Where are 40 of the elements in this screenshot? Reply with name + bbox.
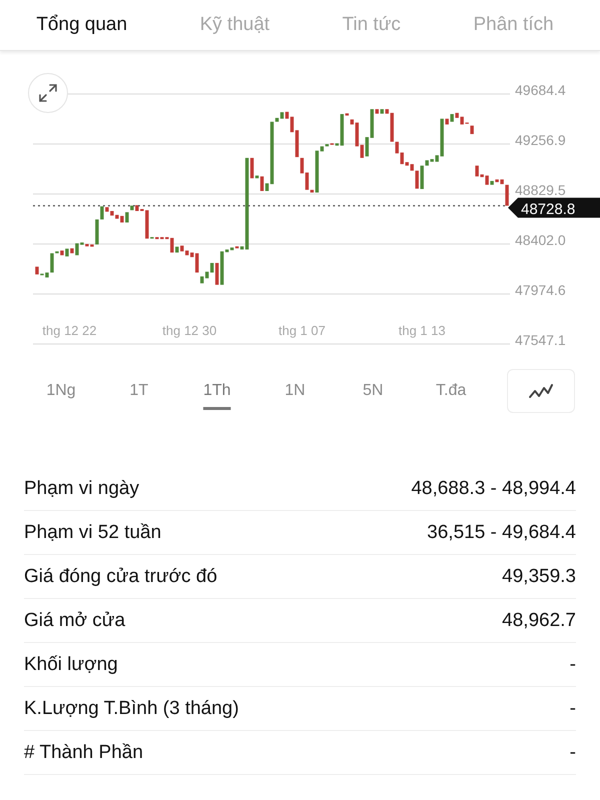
stat-label: Phạm vi 52 tuần — [24, 522, 162, 544]
axis-label: thg 1 13 — [398, 323, 446, 338]
axis-label: thg 12 22 — [42, 323, 97, 338]
stat-value: - — [570, 654, 576, 676]
chart-type-button[interactable] — [507, 369, 575, 413]
axis-label: 48402.0 — [515, 232, 566, 248]
axis-label: 49684.4 — [515, 82, 566, 98]
range-tab[interactable]: 1N — [256, 371, 334, 411]
tab[interactable]: Tin tức — [336, 10, 407, 40]
stat-label: Giá đóng cửa trước đó — [24, 566, 218, 588]
stat-label: K.Lượng T.Bình (3 tháng) — [24, 698, 239, 720]
range-tab[interactable]: 1Ng — [22, 371, 100, 411]
tab[interactable]: Kỹ thuật — [194, 10, 276, 40]
axis-label: 47974.6 — [515, 282, 566, 298]
range-tab[interactable]: 1Th — [178, 371, 256, 411]
stat-value: 48,962.7 — [502, 610, 576, 632]
stat-value: 48,688.3 - 48,994.4 — [411, 478, 576, 500]
tab[interactable]: Tổng quan — [30, 10, 134, 40]
expand-icon — [37, 82, 59, 104]
tab[interactable]: Phân tích — [467, 10, 560, 40]
axis-label: 47547.1 — [515, 332, 566, 348]
stat-value: 36,515 - 49,684.4 — [427, 522, 576, 544]
stat-value: - — [570, 698, 576, 720]
stat-label: Khối lượng — [24, 654, 118, 676]
axis-label: thg 12 30 — [162, 323, 217, 338]
axis-label: 49256.9 — [515, 132, 566, 148]
range-tab[interactable]: 1T — [100, 371, 178, 411]
stat-label: Phạm vi ngày — [24, 478, 140, 500]
axis-label: 48829.5 — [515, 182, 566, 198]
expand-button[interactable] — [28, 73, 68, 113]
stat-value: - — [570, 742, 576, 764]
axis-label: thg 1 07 — [278, 323, 326, 338]
stat-value: 49,359.3 — [502, 566, 576, 588]
current-price-tag: 48728.8 — [508, 198, 600, 218]
candle — [470, 126, 474, 134]
line-chart-icon — [528, 382, 554, 400]
stat-label: Giá mở cửa — [24, 610, 126, 632]
range-tab[interactable]: T.đa — [412, 371, 490, 411]
range-tab[interactable]: 5N — [334, 371, 412, 411]
stat-label: # Thành Phần — [24, 742, 144, 764]
